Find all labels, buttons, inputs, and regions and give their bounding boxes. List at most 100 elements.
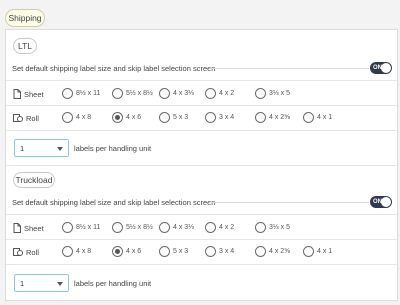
radio-label: 3 x 4 <box>219 114 235 121</box>
radio-dot-checked <box>112 246 123 257</box>
labels-per-unit-text-truckload: labels per handling unit <box>74 279 152 288</box>
default-label-setting-text-truckload: Set default shipping label size and skip… <box>12 198 216 207</box>
labels-per-unit-value-truckload: 1 <box>20 278 25 288</box>
radio-dot <box>112 222 123 233</box>
radio-dot <box>159 246 170 257</box>
setting-rule-ltl <box>209 68 369 69</box>
radio-sheet-3.33x5-truckload[interactable]: 3⅓ x 5 <box>255 222 290 233</box>
radio-label: 4 x 2 <box>219 90 235 97</box>
radio-label: 4 x 2⅝ <box>269 248 291 255</box>
radio-label: 5 x 3 <box>173 114 189 121</box>
radio-dot <box>62 222 73 233</box>
skip-label-toggle-ltl[interactable]: ON <box>370 62 392 74</box>
divider-truckload-2 <box>6 239 399 240</box>
chevron-down-icon <box>57 282 63 286</box>
radio-roll-3x4-truckload[interactable]: 3 x 4 <box>205 246 234 257</box>
radio-dot <box>303 246 314 257</box>
radio-label: 4 x 3⅓ <box>173 224 195 231</box>
section-title-truckload: Truckload <box>13 172 55 188</box>
tab-shipping[interactable]: Shipping <box>5 9 45 27</box>
default-label-setting-text-ltl: Set default shipping label size and skip… <box>12 64 216 73</box>
divider-truckload-3 <box>6 264 399 265</box>
sheet-icon <box>13 223 21 233</box>
radio-label: 8½ x 11 <box>76 90 101 97</box>
radio-sheet-5.5x8.5-truckload[interactable]: 5½ x 8½ <box>112 222 153 233</box>
radio-dot <box>303 112 314 123</box>
radio-roll-4x6-truckload[interactable]: 4 x 6 <box>112 246 141 257</box>
radio-dot <box>255 246 266 257</box>
radio-dot <box>159 112 170 123</box>
radio-label: 3⅓ x 5 <box>269 224 291 231</box>
radio-sheet-8.5x11-ltl[interactable]: 8½ x 11 <box>62 88 100 99</box>
radio-label: 5½ x 8½ <box>126 90 153 97</box>
radio-label: 3⅓ x 5 <box>269 90 291 97</box>
radio-label: 8½ x 11 <box>76 224 101 231</box>
radio-dot <box>205 222 216 233</box>
roll-row-label-ltl: Roll <box>13 113 39 123</box>
radio-roll-5x3-truckload[interactable]: 5 x 3 <box>159 246 188 257</box>
sheet-row-label-ltl: Sheet <box>13 89 44 99</box>
roll-icon <box>13 248 23 256</box>
radio-label: 4 x 2 <box>219 224 235 231</box>
radio-dot <box>205 246 216 257</box>
radio-label: 3 x 4 <box>219 248 235 255</box>
radio-roll-4x8-truckload[interactable]: 4 x 8 <box>62 246 91 257</box>
toggle-knob-truckload <box>381 197 391 207</box>
radio-sheet-4x2-ltl[interactable]: 4 x 2 <box>205 88 234 99</box>
skip-label-toggle-truckload[interactable]: ON <box>370 196 392 208</box>
radio-label: 4 x 8 <box>76 114 92 121</box>
radio-roll-4x1-ltl[interactable]: 4 x 1 <box>303 112 332 123</box>
radio-label: 4 x 3⅓ <box>173 90 195 97</box>
radio-roll-5x3-ltl[interactable]: 5 x 3 <box>159 112 188 123</box>
toggle-knob-ltl <box>381 63 391 73</box>
divider-ltl-1 <box>6 80 399 81</box>
roll-row-label-truckload: Roll <box>13 247 39 257</box>
radio-roll-4x6-ltl[interactable]: 4 x 6 <box>112 112 141 123</box>
radio-sheet-4x3.33-truckload[interactable]: 4 x 3⅓ <box>159 222 194 233</box>
radio-sheet-8.5x11-truckload[interactable]: 8½ x 11 <box>62 222 100 233</box>
chevron-down-icon <box>57 147 63 151</box>
radio-label: 4 x 8 <box>76 248 92 255</box>
divider-between-sections <box>6 165 399 166</box>
radio-label: 4 x 1 <box>317 248 333 255</box>
radio-dot <box>62 88 73 99</box>
radio-dot <box>255 112 266 123</box>
labels-per-unit-select-ltl[interactable]: 1 <box>14 139 69 157</box>
roll-label-text-truckload: Roll <box>26 247 39 257</box>
roll-label-text-ltl: Roll <box>26 113 39 123</box>
radio-label: 4 x 2⅝ <box>269 114 291 121</box>
setting-rule-truckload <box>209 202 369 203</box>
radio-roll-4x8-ltl[interactable]: 4 x 8 <box>62 112 91 123</box>
radio-roll-4x2.625-ltl[interactable]: 4 x 2⅝ <box>255 112 290 123</box>
radio-roll-4x2.625-truckload[interactable]: 4 x 2⅝ <box>255 246 290 257</box>
sheet-label-text-truckload: Sheet <box>24 223 44 233</box>
roll-icon <box>13 114 23 122</box>
shipping-settings-card: LTL Set default shipping label size and … <box>5 29 399 301</box>
radio-sheet-4x3.33-ltl[interactable]: 4 x 3⅓ <box>159 88 194 99</box>
radio-label: 5 x 3 <box>173 248 189 255</box>
radio-roll-3x4-ltl[interactable]: 3 x 4 <box>205 112 234 123</box>
sheet-icon <box>13 89 21 99</box>
radio-dot <box>112 88 123 99</box>
radio-label: 4 x 1 <box>317 114 333 121</box>
radio-dot <box>205 112 216 123</box>
radio-dot <box>255 222 266 233</box>
radio-sheet-5.5x8.5-ltl[interactable]: 5½ x 8½ <box>112 88 153 99</box>
radio-dot-checked <box>112 112 123 123</box>
divider-ltl-2 <box>6 105 399 106</box>
tab-shipping-label: Shipping <box>8 13 42 23</box>
radio-dot <box>255 88 266 99</box>
divider-truckload-1 <box>6 214 399 215</box>
radio-dot <box>159 88 170 99</box>
radio-label: 5½ x 8½ <box>126 224 153 231</box>
radio-sheet-4x2-truckload[interactable]: 4 x 2 <box>205 222 234 233</box>
sheet-row-label-truckload: Sheet <box>13 223 44 233</box>
radio-sheet-3.33x5-ltl[interactable]: 3⅓ x 5 <box>255 88 290 99</box>
radio-label: 4 x 6 <box>126 248 142 255</box>
radio-dot <box>62 246 73 257</box>
radio-roll-4x1-truckload[interactable]: 4 x 1 <box>303 246 332 257</box>
section-title-truckload-text: Truckload <box>15 175 53 185</box>
radio-label: 4 x 6 <box>126 114 142 121</box>
sheet-label-text-ltl: Sheet <box>24 89 44 99</box>
labels-per-unit-select-truckload[interactable]: 1 <box>14 274 69 292</box>
